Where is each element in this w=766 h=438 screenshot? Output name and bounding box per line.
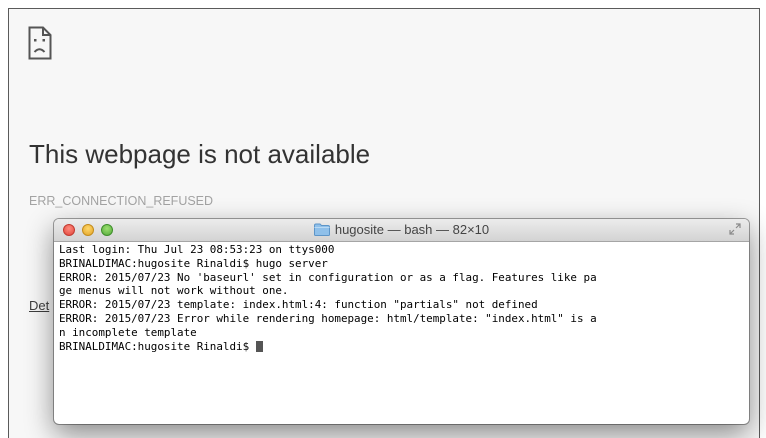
terminal-line: ge menus will not work without one. <box>59 284 289 298</box>
terminal-titlebar[interactable]: hugosite — bash — 82×10 <box>54 219 749 242</box>
page-title: This webpage is not available <box>29 139 371 169</box>
details-link[interactable]: Det <box>29 298 49 313</box>
terminal-prompt-line[interactable]: BRINALDIMAC:hugosite Rinaldi$ <box>59 340 749 354</box>
terminal-prompt: BRINALDIMAC:hugosite Rinaldi$ <box>59 339 256 353</box>
sad-page-icon <box>28 26 52 60</box>
terminal-line: ERROR: 2015/07/23 template: index.html:4… <box>59 298 538 312</box>
terminal-line: ERROR: 2015/07/23 Error while rendering … <box>59 311 597 325</box>
terminal-window[interactable]: hugosite — bash — 82×10 Last login: Thu … <box>54 219 749 424</box>
terminal-cursor <box>255 340 263 352</box>
terminal-title: hugosite — bash — 82×10 <box>54 222 749 237</box>
folder-icon <box>313 223 330 236</box>
terminal-line: BRINALDIMAC:hugosite Rinaldi$ hugo serve… <box>59 256 328 270</box>
terminal-line: n incomplete template <box>59 325 197 339</box>
terminal-line: Last login: Thu Jul 23 08:53:23 on ttys0… <box>59 243 335 256</box>
terminal-line: ERROR: 2015/07/23 No 'baseurl' set in co… <box>59 270 597 284</box>
fullscreen-icon[interactable] <box>729 223 741 235</box>
terminal-title-text: hugosite — bash — 82×10 <box>334 222 490 237</box>
error-code: ERR_CONNECTION_REFUSED <box>29 194 214 208</box>
terminal-output[interactable]: Last login: Thu Jul 23 08:53:23 on ttys0… <box>54 242 749 353</box>
